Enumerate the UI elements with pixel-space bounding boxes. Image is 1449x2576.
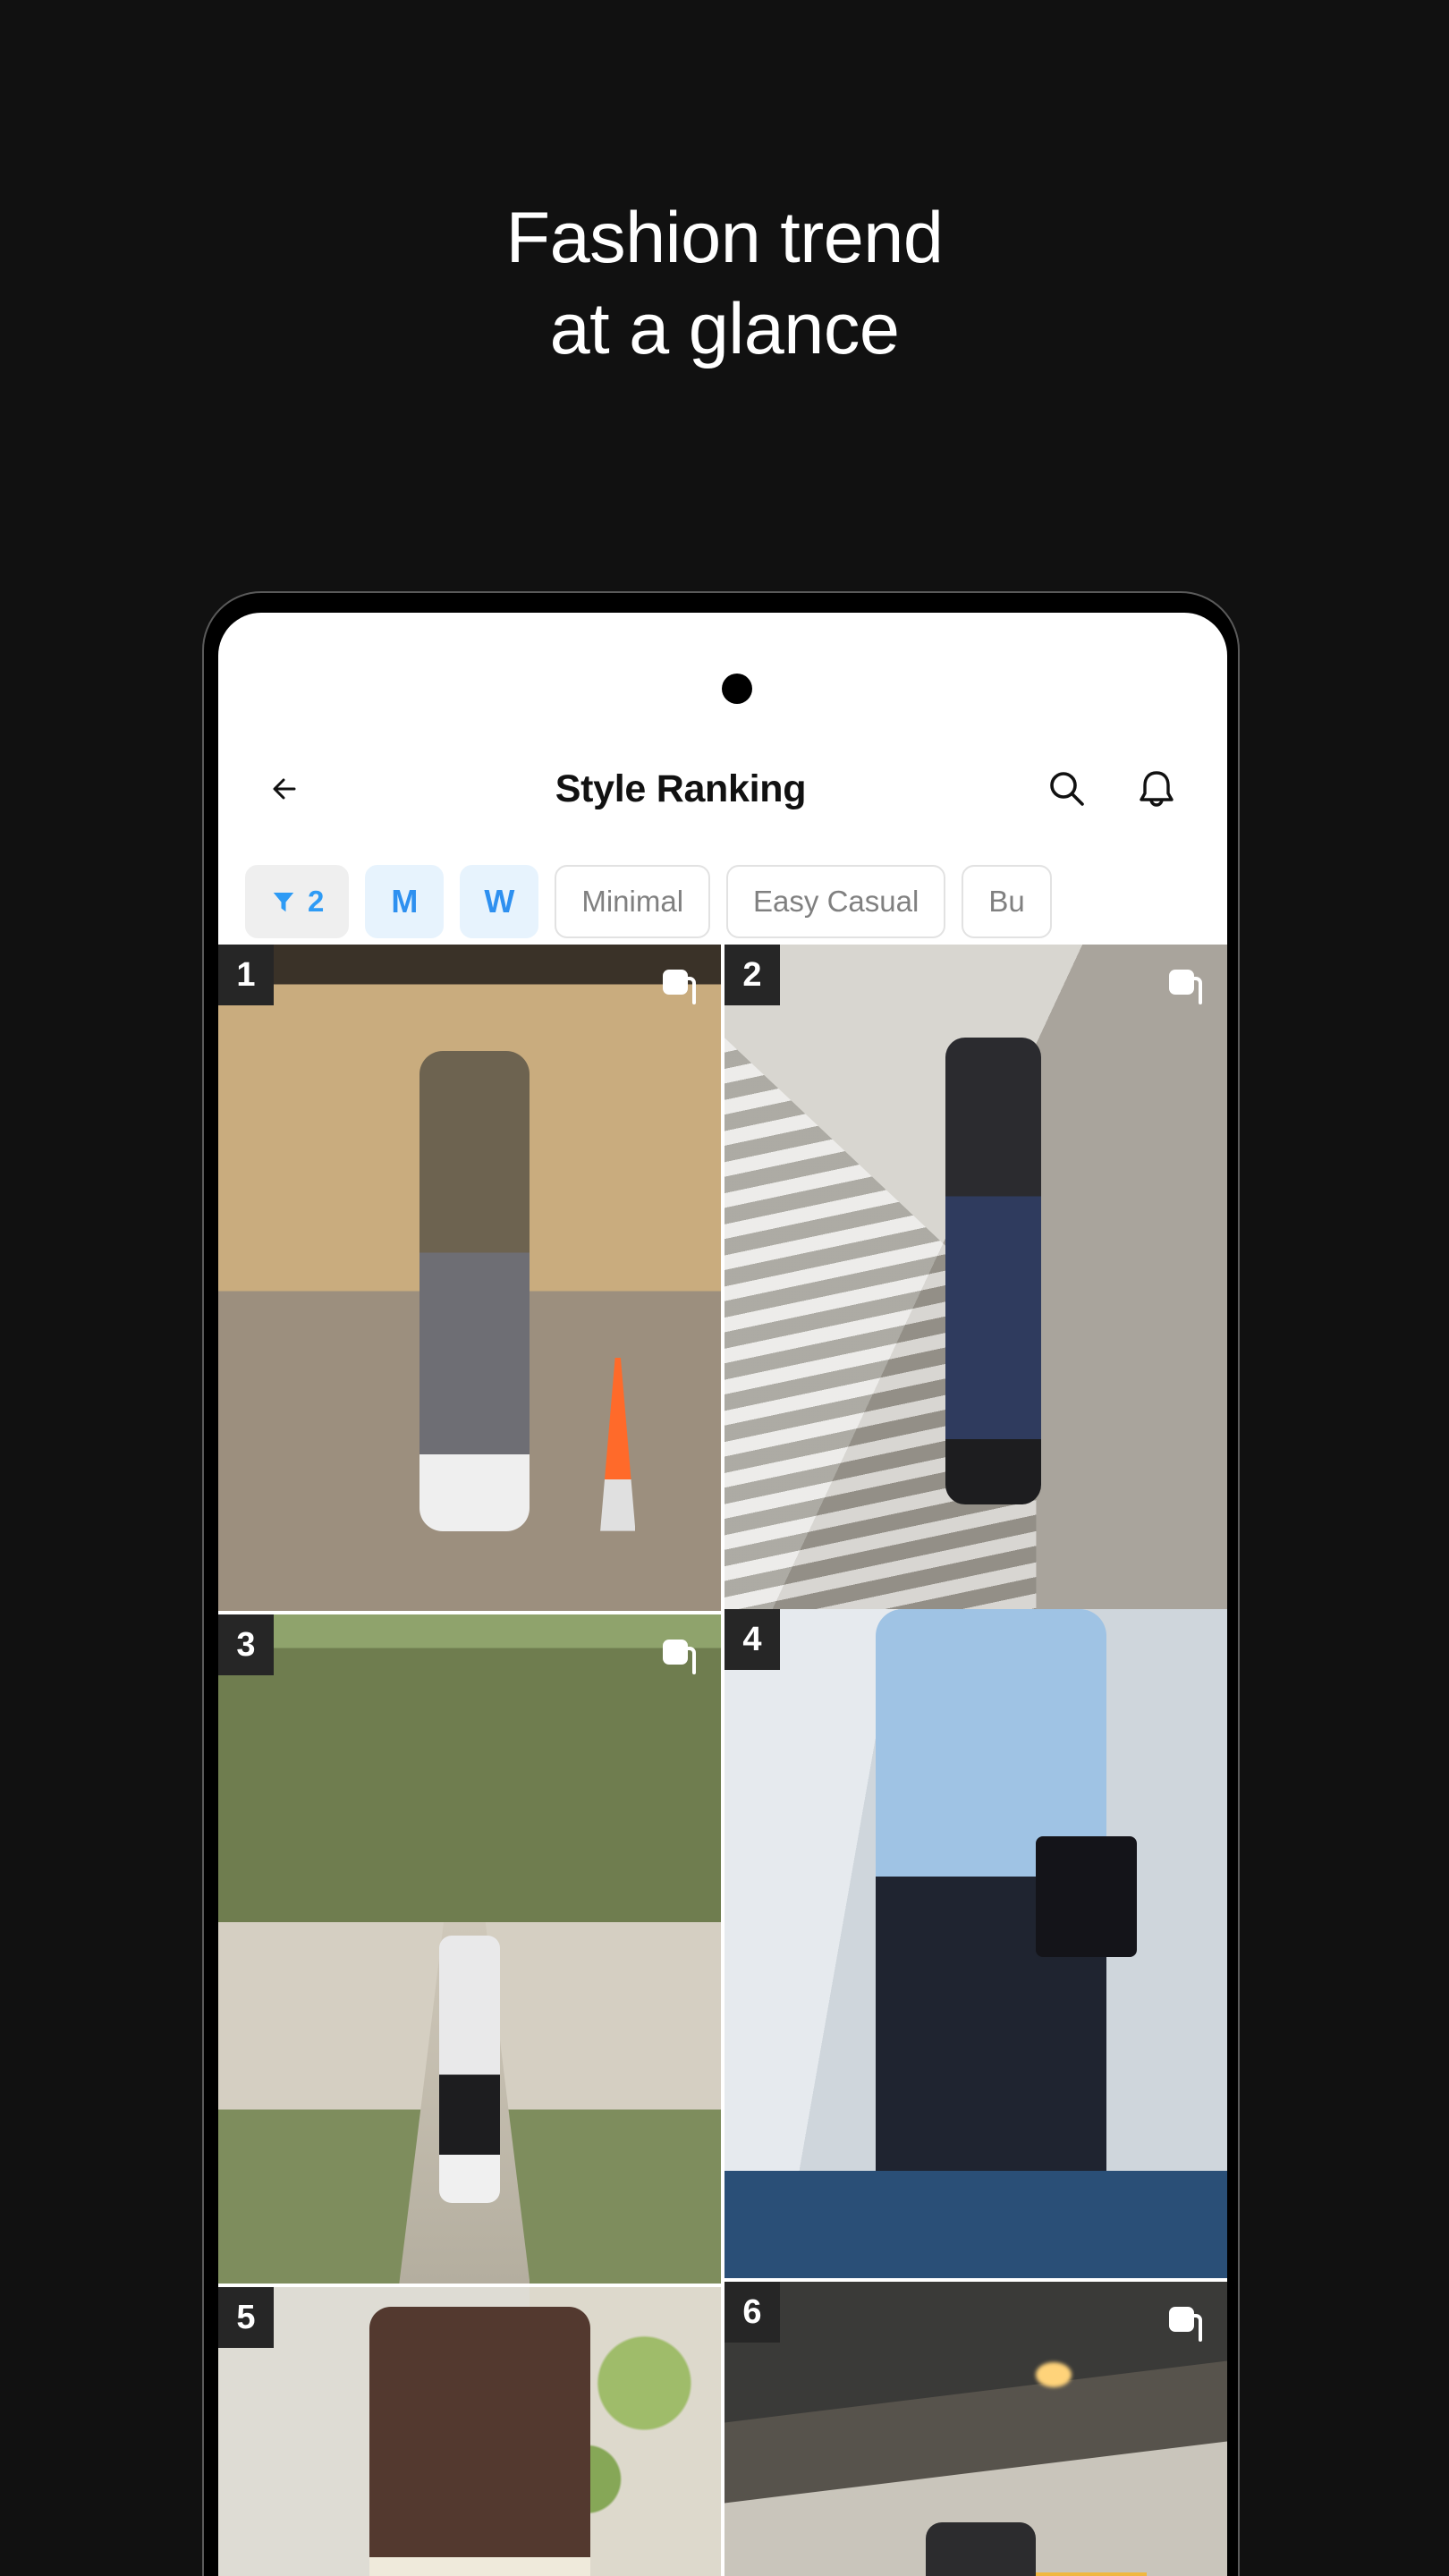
notifications-button[interactable] [1129, 761, 1184, 817]
ranking-card[interactable]: 2 [724, 945, 1227, 1611]
headline-line-2: at a glance [549, 289, 900, 370]
page-title-text: Style Ranking [555, 767, 807, 810]
chip-minimal-label: Minimal [581, 885, 684, 918]
multiple-images-icon [663, 970, 696, 1004]
chip-women-label: W [484, 883, 515, 919]
chip-business[interactable]: Bu [962, 865, 1052, 938]
ranking-card[interactable]: 6 [724, 2282, 1227, 2576]
chip-filter[interactable]: 2 [245, 865, 350, 938]
rank-badge: 4 [724, 1609, 780, 1670]
outfit-photo [724, 1609, 1227, 2278]
arrow-left-icon [273, 778, 296, 800]
funnel-icon [273, 893, 294, 912]
multiple-images-icon [1169, 970, 1202, 1004]
grid-column-left: 1 3 5 [218, 945, 721, 2576]
chip-filter-count: 2 [308, 885, 325, 918]
filter-chip-row[interactable]: 2 M W Minimal Easy Casual Bu [218, 859, 1227, 945]
phone-frame: Style Ranking 2 M W Minimal Easy Casual … [202, 591, 1240, 2576]
grid-column-right: 2 4 6 [724, 945, 1227, 2576]
promo-screenshot: Fashion trend at a glance Style Ranking [0, 0, 1449, 2576]
ranking-card[interactable]: 3 [218, 1614, 721, 2284]
search-button[interactable] [1039, 761, 1095, 817]
outfit-photo [724, 945, 1227, 1611]
chip-men[interactable]: M [365, 865, 445, 938]
chip-women[interactable]: W [460, 865, 539, 938]
outfit-photo [218, 1614, 721, 2284]
rank-badge: 2 [724, 945, 780, 1005]
ranking-card[interactable]: 4 [724, 1609, 1227, 2278]
bell-icon [1140, 771, 1174, 807]
chip-easy-casual[interactable]: Easy Casual [726, 865, 946, 938]
outfit-photo [218, 945, 721, 1611]
ranking-card[interactable]: 1 [218, 945, 721, 1611]
chip-minimal[interactable]: Minimal [555, 865, 711, 938]
outfit-photo [218, 2287, 721, 2576]
style-ranking-grid[interactable]: 1 3 5 2 4 6 [218, 945, 1227, 2576]
headline-line-1: Fashion trend [505, 198, 944, 278]
phone-screen: Style Ranking 2 M W Minimal Easy Casual … [218, 613, 1227, 2576]
search-icon [1050, 772, 1084, 806]
front-camera-punch-hole [722, 674, 752, 704]
chip-business-label: Bu [988, 885, 1025, 918]
crown-icon [222, 945, 270, 946]
chip-men-label: M [391, 883, 419, 919]
back-button[interactable] [254, 755, 322, 823]
app-bar-actions [1039, 761, 1191, 817]
rank-badge: 1 [218, 945, 274, 1005]
rank-badge: 3 [218, 1614, 274, 1675]
outfit-photo [724, 2282, 1227, 2576]
crown-icon [728, 945, 776, 946]
multiple-images-icon [663, 1640, 696, 1674]
multiple-images-icon [1169, 2307, 1202, 2342]
page-title: Fashion trend at a glance [0, 192, 1449, 375]
app-bar: Style Ranking [218, 735, 1227, 843]
ranking-card[interactable]: 5 [218, 2287, 721, 2576]
rank-badge: 6 [724, 2282, 780, 2343]
rank-badge: 5 [218, 2287, 274, 2348]
chip-easy-casual-label: Easy Casual [753, 885, 919, 918]
